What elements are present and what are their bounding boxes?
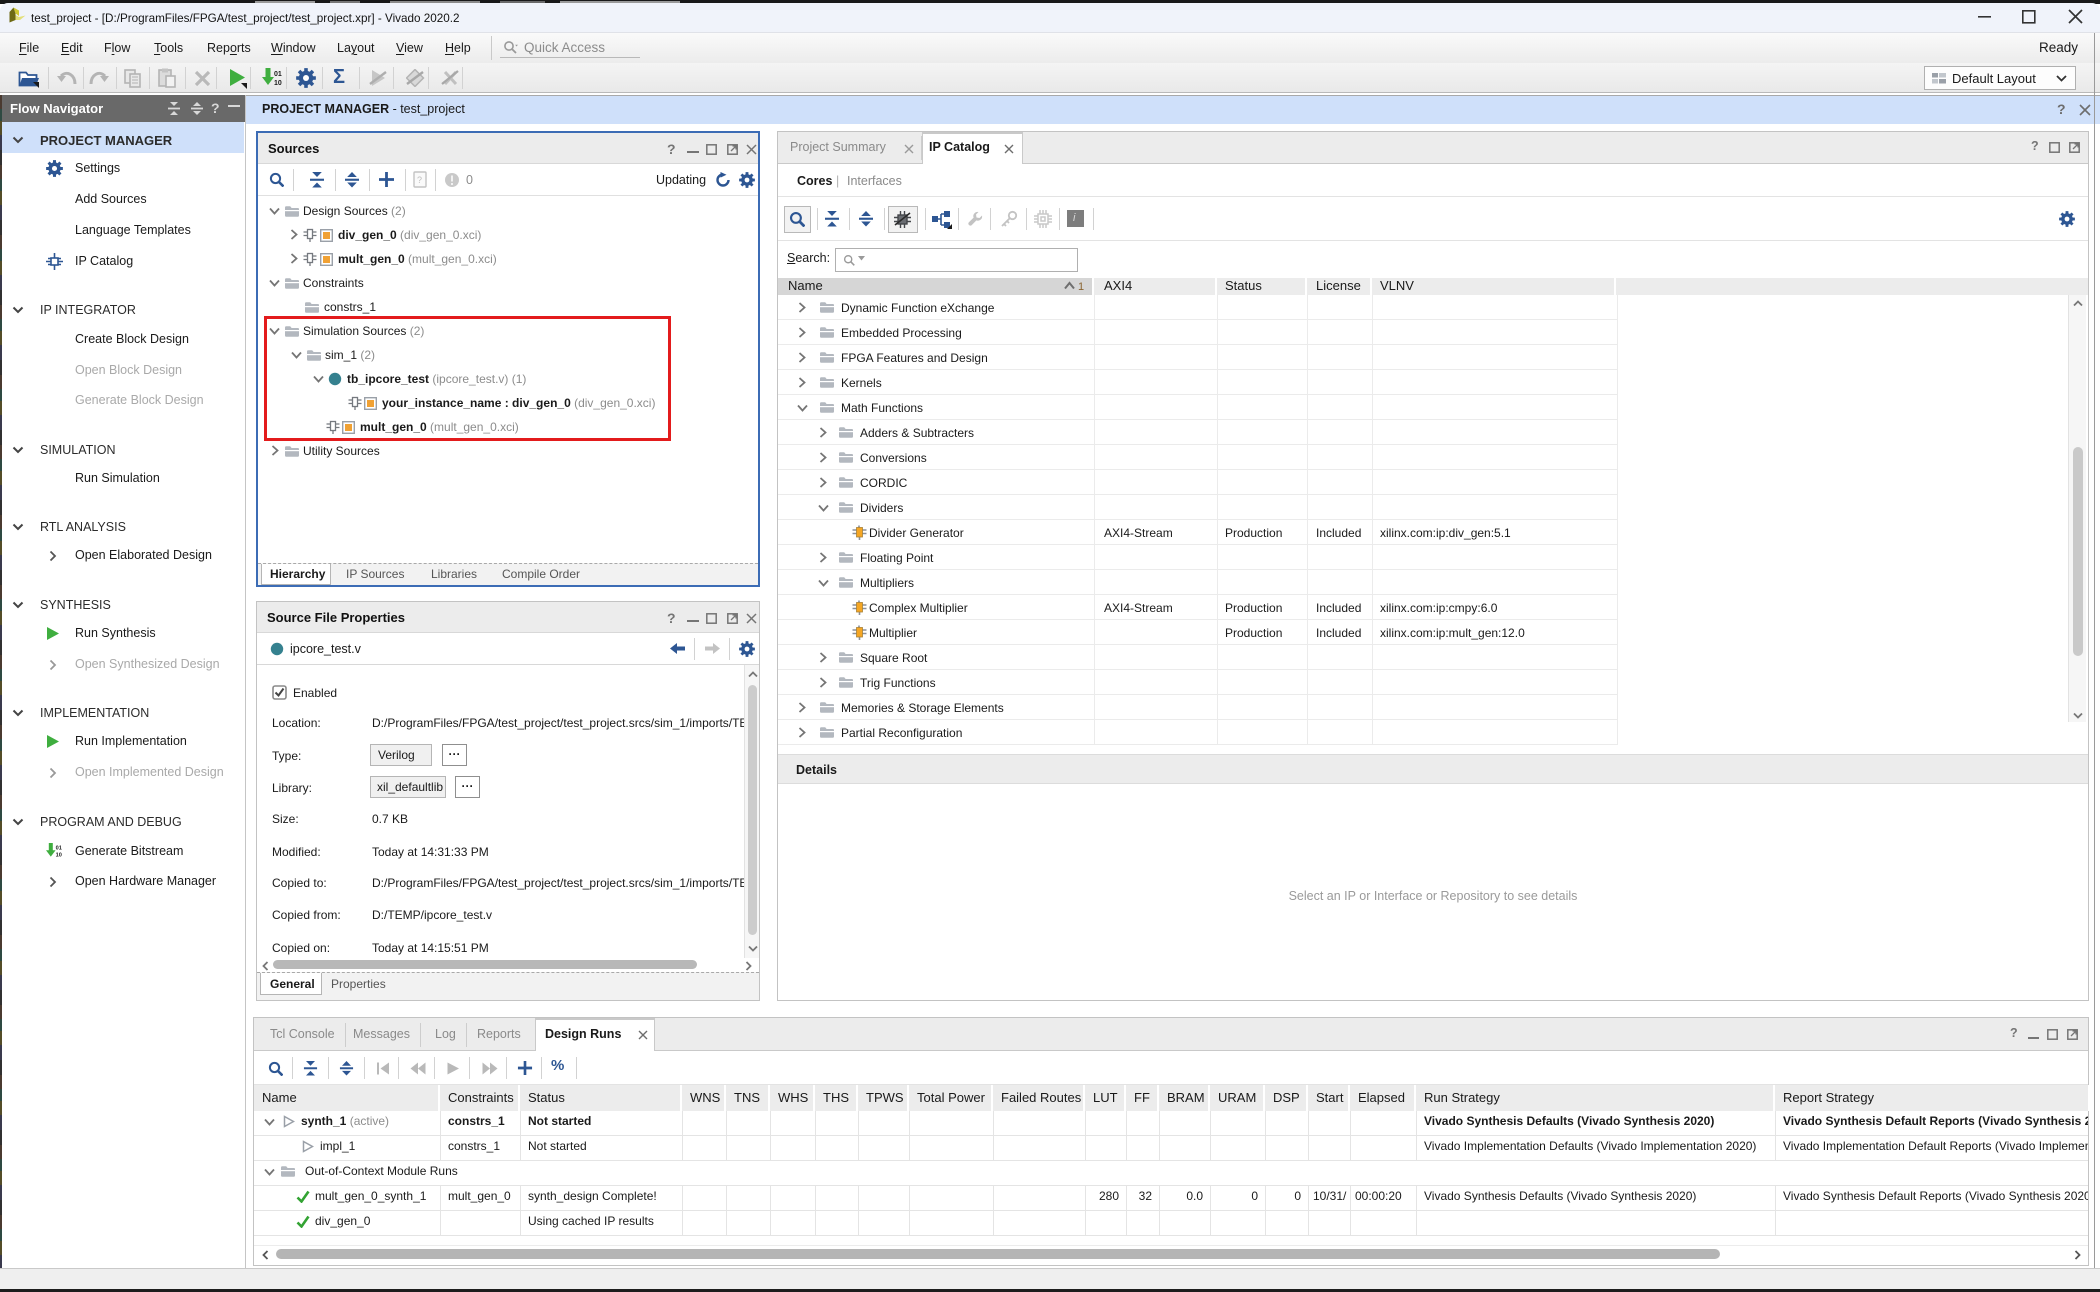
svg-text:?: ? <box>417 175 422 185</box>
svg-text:10: 10 <box>56 853 62 859</box>
svg-text:01: 01 <box>274 71 282 78</box>
svg-text:10: 10 <box>274 80 282 87</box>
svg-text:01: 01 <box>56 845 62 851</box>
